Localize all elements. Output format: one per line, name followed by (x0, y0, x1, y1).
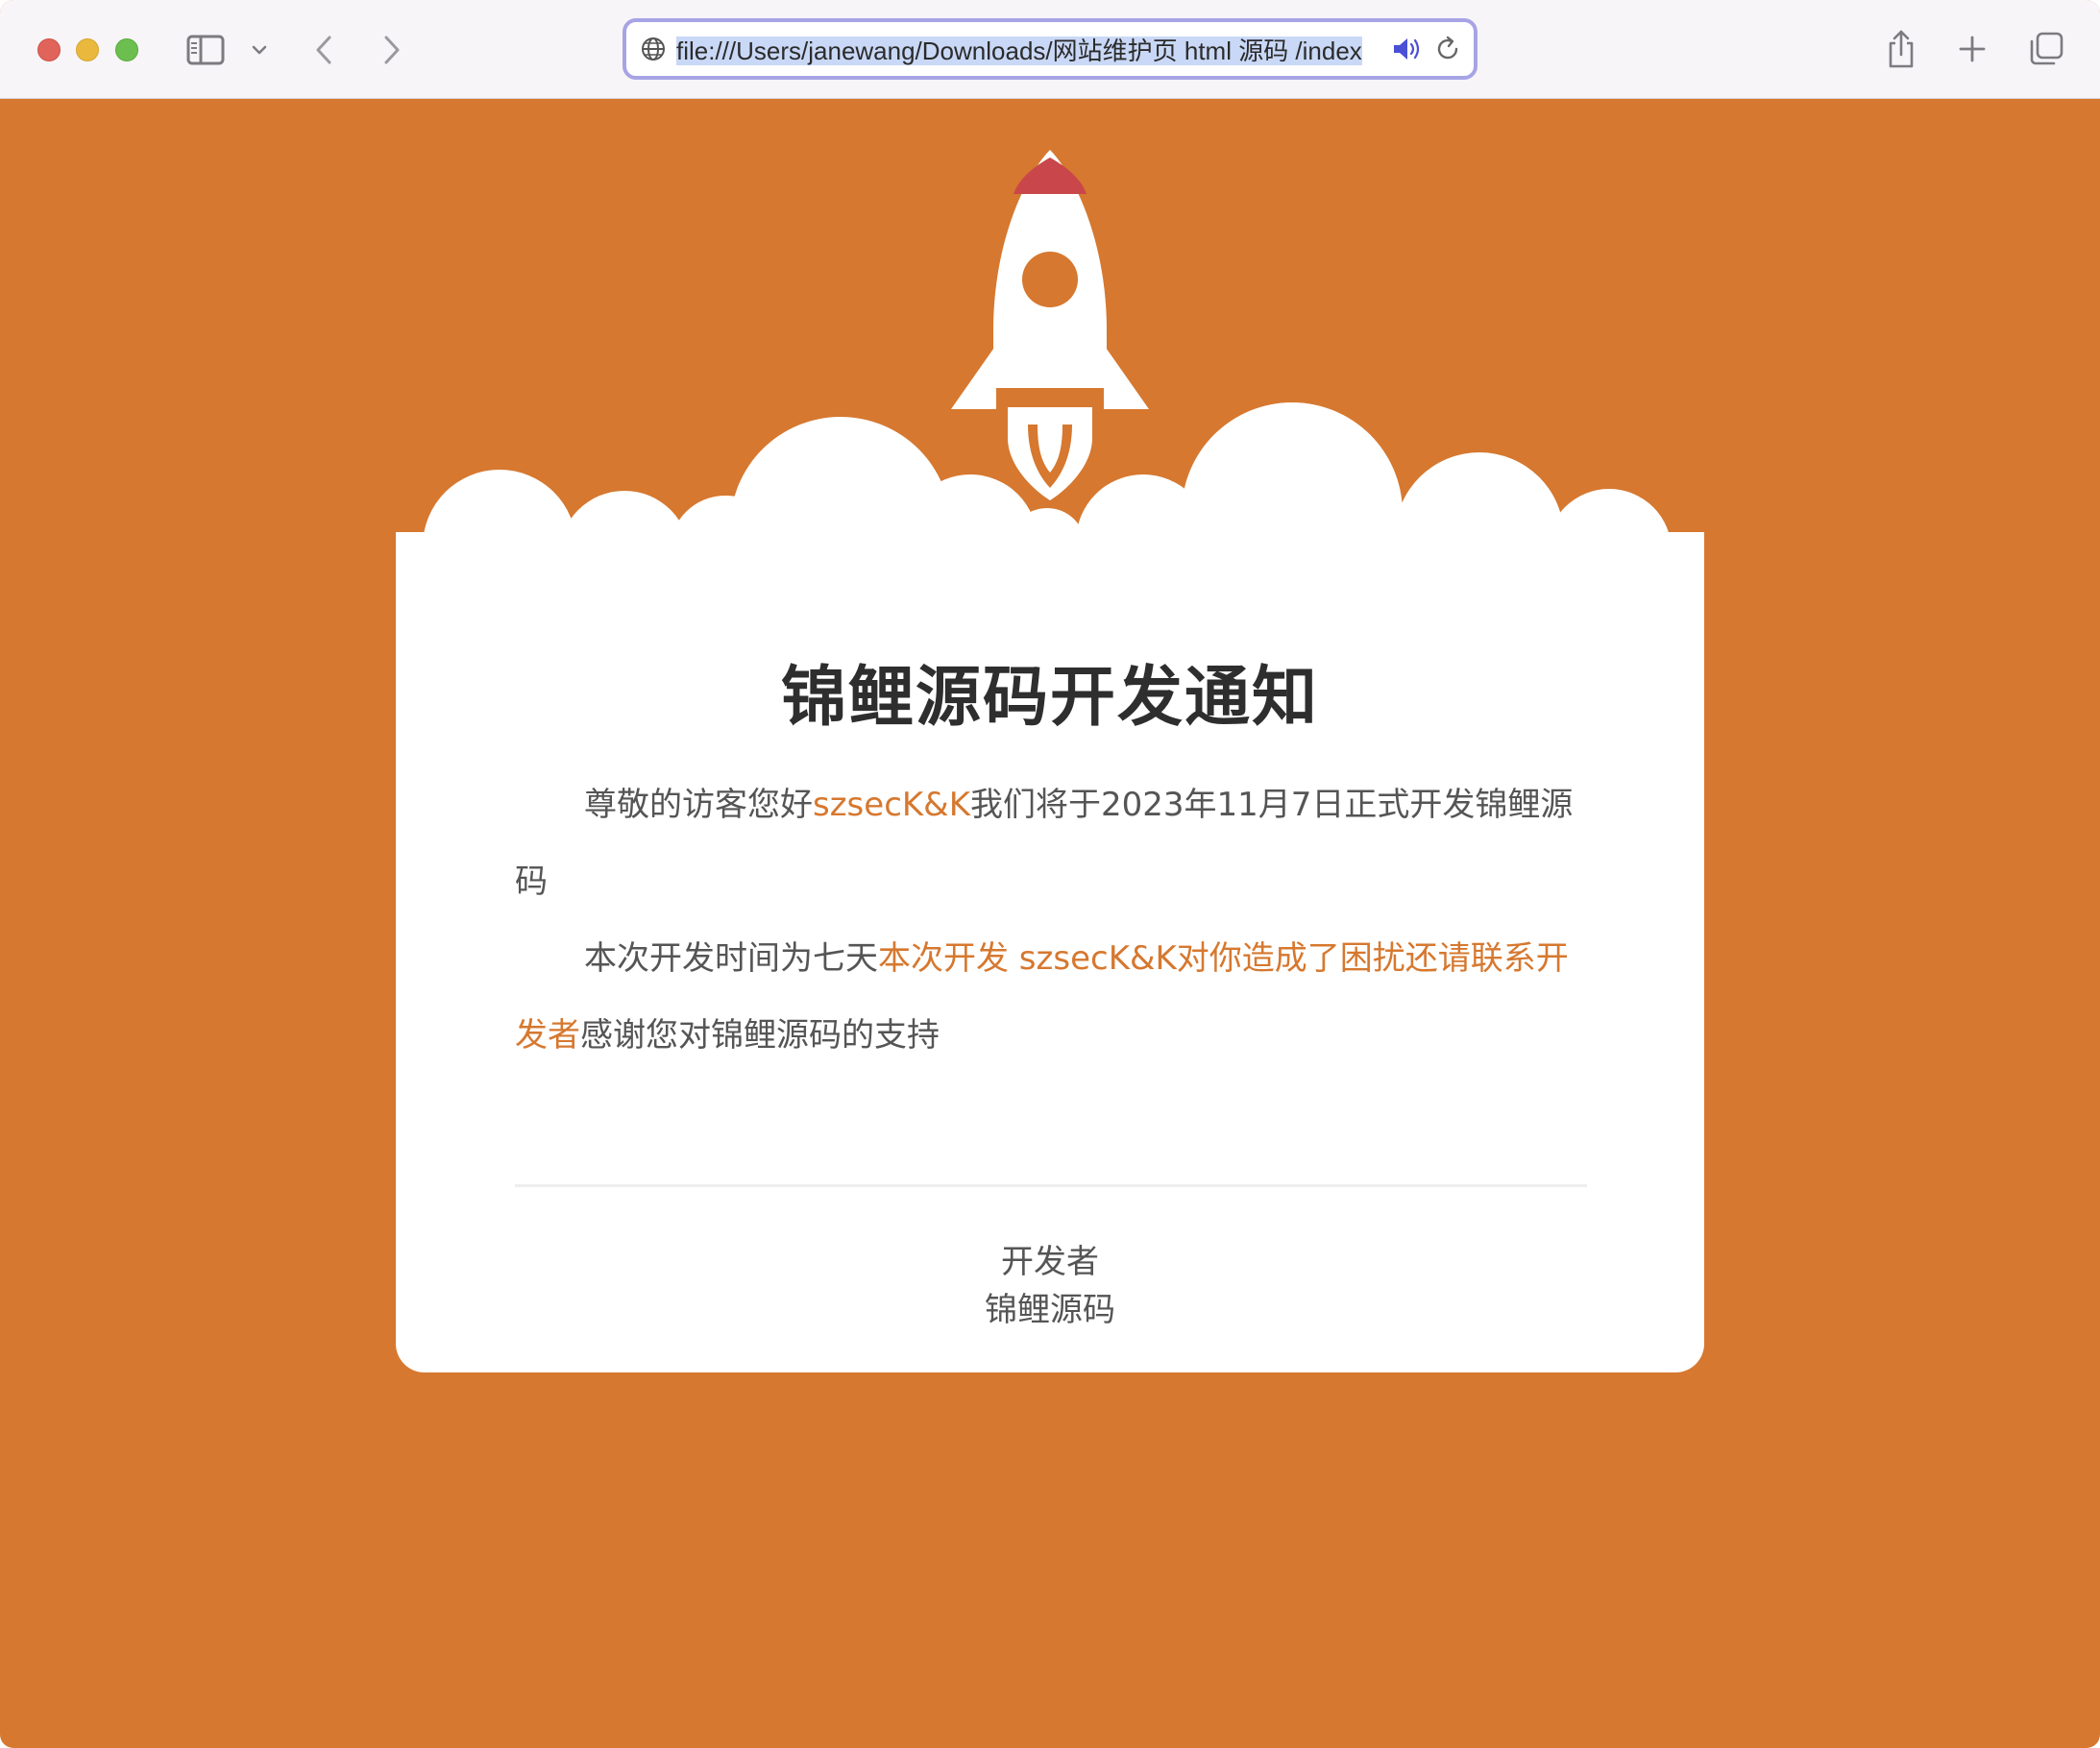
notice-body: 尊敬的访客您好szsecK&K我们将于2023年11月7日正式开发锦鲤源码 本次… (515, 766, 1581, 1074)
greeting-text: 尊敬的访客您好 (584, 786, 813, 824)
rocket-icon (951, 150, 1149, 500)
new-tab-plus-icon[interactable] (1954, 31, 1990, 67)
chevron-down-icon[interactable] (248, 38, 271, 61)
sidebar-toggle-icon[interactable] (184, 31, 227, 69)
browser-toolbar: file:///Users/janewang/Downloads/网站维护页 h… (0, 0, 2100, 99)
speaker-icon[interactable] (1391, 35, 1424, 63)
page-content: 锦鲤源码开发通知 尊敬的访客您好szsecK&K我们将于2023年11月7日正式… (0, 100, 2100, 1748)
back-arrow-icon[interactable] (309, 29, 338, 71)
tab-overview-icon[interactable] (2025, 29, 2067, 69)
globe-icon (642, 37, 665, 61)
share-icon[interactable] (1883, 25, 1919, 73)
address-bar[interactable]: file:///Users/janewang/Downloads/网站维护页 h… (623, 18, 1477, 80)
duration-text: 本次开发时间为七天 (584, 939, 878, 978)
url-text[interactable]: file:///Users/janewang/Downloads/网站维护页 h… (676, 32, 1378, 67)
notice-paragraph-2: 本次开发时间为七天本次开发 szsecK&K对你造成了困扰还请联系开发者感谢您对… (515, 920, 1581, 1074)
close-window-button[interactable] (37, 38, 61, 61)
notice-card: 锦鲤源码开发通知 尊敬的访客您好szsecK&K我们将于2023年11月7日正式… (396, 532, 1704, 1372)
minimize-window-button[interactable] (76, 38, 99, 61)
notice-paragraph-1: 尊敬的访客您好szsecK&K我们将于2023年11月7日正式开发锦鲤源码 (515, 766, 1581, 920)
notice-title: 锦鲤源码开发通知 (780, 660, 1319, 736)
signature-name: 锦鲤源码 (985, 1291, 1115, 1329)
browser-window: file:///Users/janewang/Downloads/网站维护页 h… (0, 0, 2100, 1748)
forward-arrow-icon[interactable] (378, 29, 406, 71)
signature-role: 开发者 (1001, 1243, 1099, 1281)
url-value: file:///Users/janewang/Downloads/网站维护页 h… (676, 36, 1362, 65)
visitor-name: szsecK&K (813, 786, 970, 824)
reload-icon[interactable] (1433, 35, 1462, 63)
zoom-window-button[interactable] (115, 38, 138, 61)
divider (515, 1184, 1587, 1187)
thanks-text: 感谢您对锦鲤源码的支持 (580, 1016, 940, 1055)
